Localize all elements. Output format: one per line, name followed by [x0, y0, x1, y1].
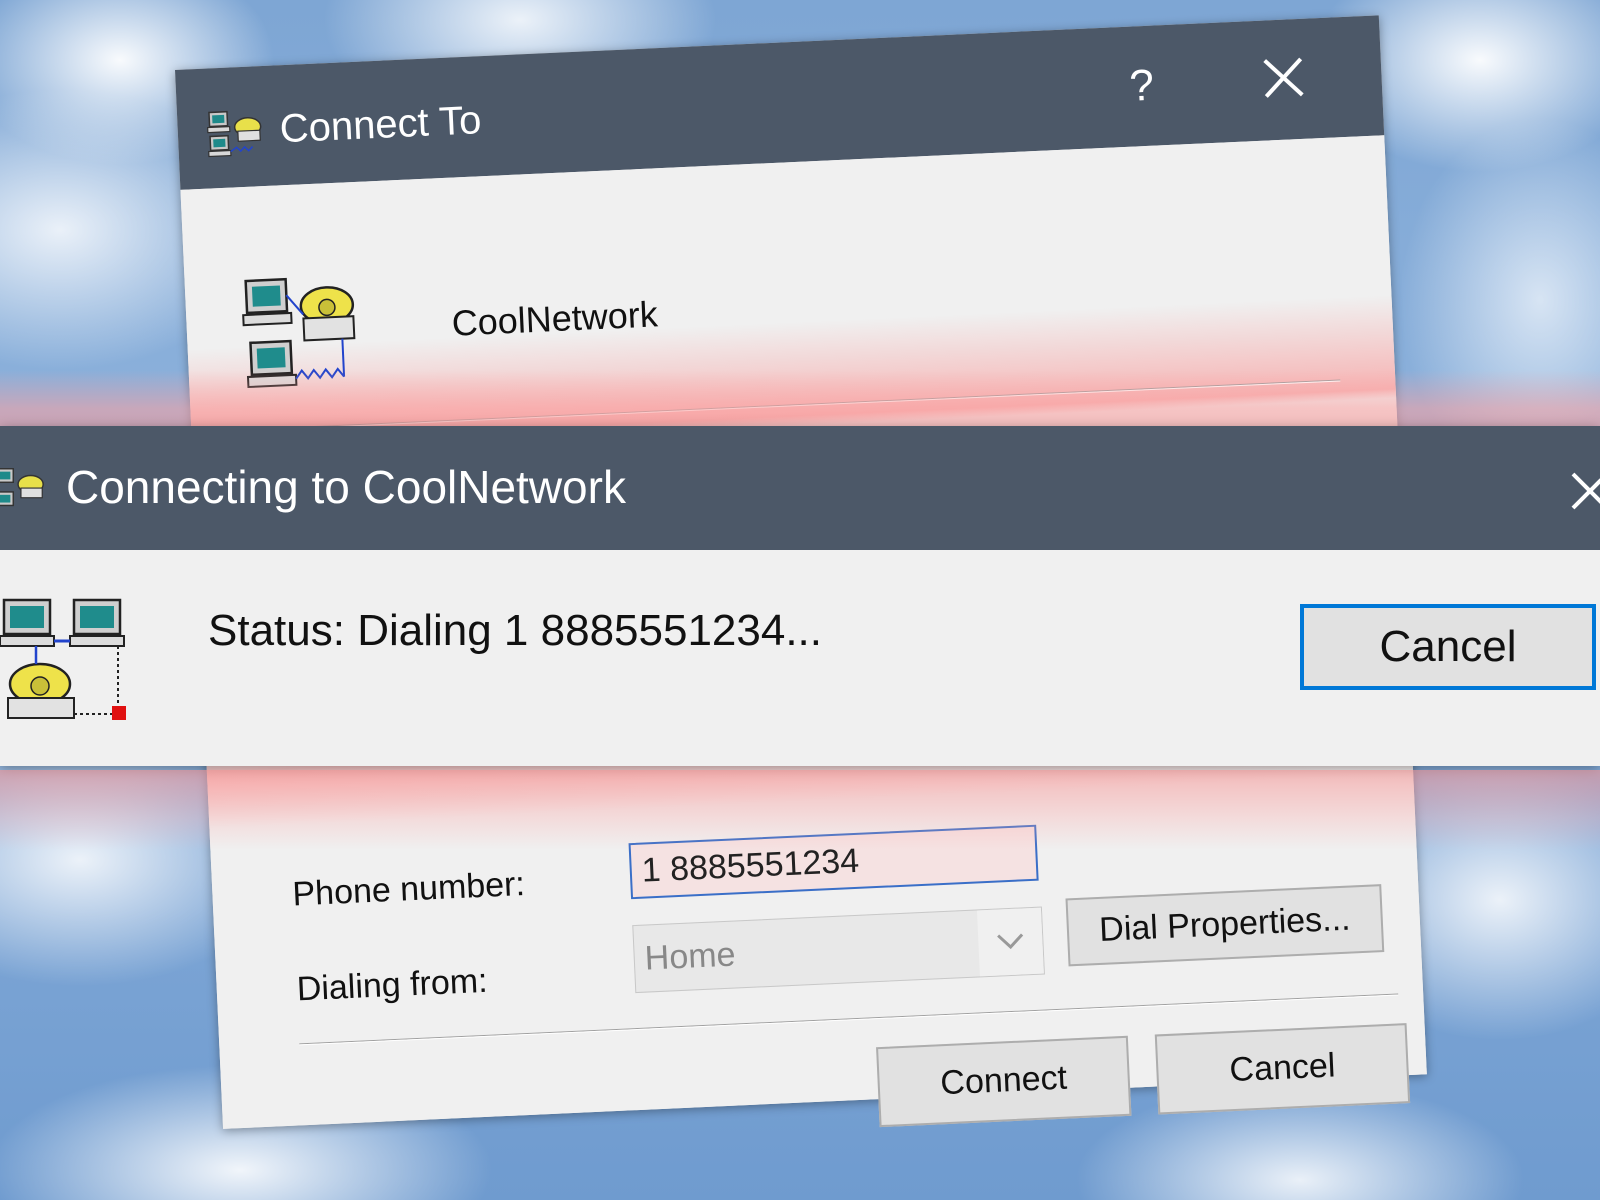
- connecting-titlebar[interactable]: Connecting to CoolNetwork: [0, 426, 1600, 550]
- close-icon[interactable]: [1250, 44, 1317, 111]
- dialing-from-value: Home: [643, 935, 737, 978]
- phone-number-input[interactable]: [628, 824, 1039, 900]
- desktop-background: Connect To ? CoolNetwork Phone number: 1…: [0, 0, 1600, 1200]
- dialing-computers-icon: [0, 598, 126, 720]
- connect-to-title: Connect To: [278, 98, 483, 152]
- connecting-dialog: Connecting to CoolNetwork Status: Dialin…: [0, 426, 1600, 766]
- dialup-network-icon: [242, 277, 356, 389]
- close-icon[interactable]: [1565, 466, 1600, 516]
- help-button[interactable]: ?: [1110, 55, 1173, 118]
- dropdown-arrow[interactable]: [976, 907, 1044, 977]
- connect-button[interactable]: Connect: [876, 1035, 1132, 1128]
- entry-name: CoolNetwork: [450, 293, 659, 344]
- cancel-button[interactable]: Cancel: [1154, 1023, 1411, 1115]
- dialing-from-label: Dialing from:: [295, 961, 489, 1009]
- status-text: Status: Dialing 1 8885551234...: [208, 606, 823, 655]
- chevron-down-icon: [997, 933, 1024, 950]
- phone-number-label: Phone number:: [291, 864, 526, 914]
- connecting-title: Connecting to CoolNetwork: [66, 461, 626, 513]
- cancel-button[interactable]: Cancel: [1300, 604, 1596, 690]
- dialing-from-select[interactable]: Home: [632, 906, 1045, 994]
- network-phone-icon: [0, 468, 44, 507]
- network-phone-icon: [207, 110, 262, 158]
- dial-properties-button[interactable]: Dial Properties...: [1065, 884, 1385, 967]
